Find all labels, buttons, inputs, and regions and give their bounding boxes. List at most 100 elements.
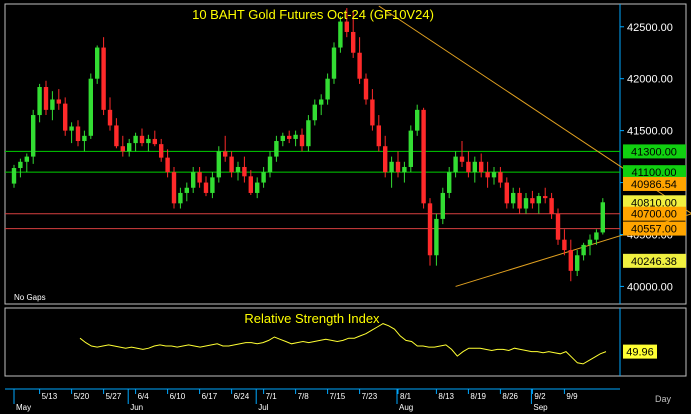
candle-body (363, 78, 369, 100)
candle-body (402, 166, 407, 173)
rsi-series-line (79, 323, 607, 365)
candle-body (210, 177, 215, 193)
candle-body (171, 172, 177, 204)
candle-body (581, 244, 586, 256)
candle-body (287, 135, 292, 139)
candle-body (523, 198, 529, 209)
candle-body (261, 172, 266, 183)
candle-body (555, 213, 561, 240)
month-label: May (16, 403, 31, 412)
level-tag-label: 40246.38 (631, 256, 677, 268)
candle-body (357, 52, 362, 79)
candle-body (37, 87, 42, 116)
candle-body (24, 156, 29, 162)
candle-body (325, 78, 330, 100)
candle-body (43, 87, 49, 110)
y-tick-label: 42500.00 (627, 22, 673, 34)
date-tick-label: 7/23 (362, 392, 378, 401)
candle-body (344, 21, 349, 32)
candle-body (267, 156, 273, 173)
candle-body (415, 109, 420, 131)
level-tag-label: 40986.54 (631, 179, 677, 191)
candle-body (229, 156, 234, 173)
candle-body (242, 166, 247, 177)
candle-body (466, 161, 471, 173)
candle-body (447, 172, 452, 193)
candle-body (95, 47, 100, 79)
chart-stage: 40000.0040500.0041000.0041500.0042000.00… (4, 3, 691, 412)
date-tick-label: 8/1 (400, 392, 412, 401)
candle-body (498, 172, 503, 183)
rsi-value-label: 49.96 (626, 347, 654, 359)
candle-body (517, 192, 522, 209)
candle-body (56, 99, 61, 104)
candle-body (491, 172, 497, 178)
candle-body (594, 232, 599, 240)
candle-body (459, 156, 465, 162)
candle-body (504, 182, 509, 204)
candle-body (421, 109, 426, 204)
candle-body (107, 109, 113, 126)
no-gaps-note: No Gaps (14, 293, 46, 302)
candle-body (274, 141, 279, 157)
candle-body (549, 198, 554, 214)
candle-body (101, 47, 106, 110)
price-chart-title: 10 BAHT Gold Futures Oct-24 (GF10V24) (192, 7, 434, 22)
candle-body (139, 135, 145, 144)
candle-body (165, 157, 170, 173)
candle-body (82, 135, 87, 142)
candle-body (152, 138, 157, 145)
candlestick-series (11, 8, 605, 282)
date-tick-label: 5/13 (42, 392, 58, 401)
candle-body (312, 104, 317, 121)
candle-body (203, 182, 209, 193)
y-tick-label: 40000.00 (627, 281, 673, 293)
rsi-title: Relative Strength Index (244, 311, 380, 326)
candle-body (376, 125, 381, 147)
candle-body (562, 239, 567, 251)
candle-body (427, 203, 433, 256)
date-tick-label: 6/4 (138, 392, 150, 401)
candle-body (18, 161, 23, 169)
candle-body (31, 115, 36, 157)
candle-body (280, 135, 285, 142)
candle-body (50, 99, 55, 110)
month-label: Jul (258, 403, 268, 412)
date-tick-label: 8/13 (438, 392, 454, 401)
date-tick-label: 6/24 (234, 392, 250, 401)
period-label: Day (655, 394, 672, 404)
candle-body (543, 196, 548, 199)
candle-body (479, 161, 484, 173)
candle-body (120, 146, 125, 152)
candle-body (184, 187, 189, 193)
candle-body (146, 138, 151, 144)
date-tick-label: 6/17 (202, 392, 218, 401)
candle-body (306, 120, 311, 147)
candle-body (248, 176, 253, 193)
candle-body (159, 144, 164, 158)
candle-body (389, 161, 394, 173)
candle-body (75, 126, 81, 142)
candle-body (69, 126, 74, 131)
date-tick-label: 9/2 (534, 392, 546, 401)
candle-body (178, 192, 183, 204)
candle-body (370, 99, 375, 126)
month-label: Jun (130, 403, 143, 412)
date-tick-label: 7/8 (298, 392, 310, 401)
candle-body (216, 151, 221, 178)
candle-body (127, 143, 132, 152)
date-tick-label: 8/19 (470, 392, 486, 401)
level-tag-label: 40557.00 (631, 224, 677, 236)
candle-body (293, 134, 298, 139)
candle-body (434, 218, 439, 256)
candle-body (338, 21, 343, 48)
candle-body (255, 182, 260, 193)
candle-body (63, 103, 68, 131)
candle-body (536, 196, 541, 204)
price-level-lines (5, 150, 620, 230)
candle-body (223, 151, 228, 157)
candle-body (600, 202, 605, 233)
month-label: Sep (533, 403, 548, 412)
date-tick-label: 5/20 (74, 392, 90, 401)
candle-body (191, 172, 196, 188)
